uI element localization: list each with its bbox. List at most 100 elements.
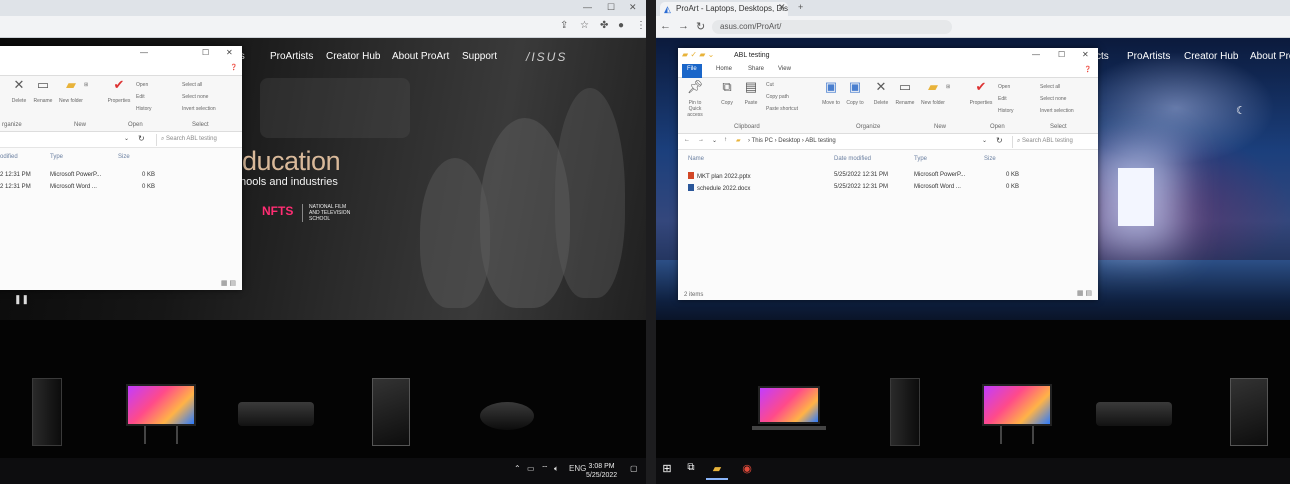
notifications-icon[interactable]: ▢ (630, 464, 638, 473)
url-bar[interactable]: asus.com/ProArt/ (712, 20, 952, 34)
nav-link-about-proart[interactable]: About ProArt (392, 51, 449, 62)
minimize-icon[interactable]: — (140, 48, 148, 57)
new-folder-button[interactable]: ▰ New folder (58, 78, 84, 104)
help-icon[interactable]: ❓ (230, 64, 237, 71)
pause-icon[interactable]: ❚❚ (14, 294, 29, 305)
edit-button[interactable]: Edit (998, 96, 1007, 102)
volume-icon[interactable]: 🔈︎ (554, 464, 559, 474)
nav-link-about-proart[interactable]: About ProArt (1250, 51, 1290, 62)
task-view-icon[interactable]: ⧉ (680, 462, 702, 480)
pin-quick-access-button[interactable]: 📌︎ Pin to Quick access (682, 80, 708, 118)
rename-button[interactable]: ▭ Rename (30, 78, 56, 104)
search-input[interactable]: ⌕ Search ABL testing (1012, 136, 1098, 148)
file-row[interactable]: 2 12:31 PM Microsoft PowerP... 0 KB (0, 170, 242, 182)
select-all-button[interactable]: Select all (1040, 84, 1060, 90)
file-row[interactable]: MKT plan 2022.pptx 5/25/2022 12:31 PM Mi… (678, 170, 1098, 182)
monitor-product[interactable] (982, 384, 1052, 426)
new-item-icon[interactable]: ⊞ (946, 84, 950, 90)
laptop-product[interactable] (758, 386, 820, 424)
column-header-type[interactable]: Type (914, 156, 927, 162)
column-header-type[interactable]: Type (50, 154, 63, 160)
desktop-pc-product[interactable] (32, 378, 62, 446)
minimize-icon[interactable]: — (1032, 50, 1040, 59)
chrome-taskbar-icon[interactable]: ◉ (736, 462, 758, 480)
column-header-size[interactable]: Size (118, 154, 130, 160)
file-row[interactable]: schedule 2022.docx 5/25/2022 12:31 PM Mi… (678, 182, 1098, 194)
edit-button[interactable]: Edit (136, 94, 145, 100)
mouse-product[interactable] (480, 402, 534, 430)
column-header-date-modified[interactable]: Date modified (834, 156, 871, 162)
column-header-date-modified[interactable]: odified (0, 154, 18, 160)
select-none-button[interactable]: Select none (182, 94, 208, 100)
new-tab-icon[interactable]: + (798, 2, 803, 12)
share-icon[interactable]: ⇪ (560, 20, 568, 31)
properties-button[interactable]: ✔ Properties (968, 80, 994, 106)
refresh-icon[interactable]: ↻ (996, 136, 1003, 145)
projector-product[interactable] (1096, 402, 1172, 426)
tab-home[interactable]: Home (716, 66, 732, 72)
browser-tab-proart[interactable]: ◭ ProArt - Laptops, Desktops, Disp... (660, 2, 788, 16)
nav-link-proartists[interactable]: ProArtists (1127, 51, 1170, 62)
tab-share[interactable]: Share (748, 66, 764, 72)
open-button[interactable]: Open (998, 84, 1010, 90)
explorer-address-bar[interactable]: ⌄ ↻ ⌕ Search ABL testing (0, 132, 242, 148)
extensions-icon[interactable]: ✤ (600, 20, 608, 31)
explorer-address-bar[interactable]: ← → ⌄ ↑ ▰ › This PC › Desktop › ABL test… (678, 134, 1098, 150)
cut-button[interactable]: Cut (766, 82, 774, 88)
help-icon[interactable]: ❓ (1084, 66, 1091, 73)
open-button[interactable]: Open (136, 82, 148, 88)
search-input[interactable]: ⌕ Search ABL testing (156, 134, 221, 146)
new-folder-button[interactable]: ▰ New folder (920, 80, 946, 106)
refresh-icon[interactable]: ↻ (138, 134, 145, 143)
delete-button[interactable]: ✕ Delete (6, 78, 32, 104)
recent-dropdown-icon[interactable]: ⌄ (712, 137, 717, 144)
close-icon[interactable]: ✕ (1082, 50, 1089, 59)
windows-start-icon[interactable]: ⊞ (656, 462, 678, 480)
history-button[interactable]: History (998, 108, 1014, 114)
menu-icon[interactable]: ⋮ (636, 20, 646, 31)
motherboard-product[interactable] (372, 378, 410, 446)
maximize-icon[interactable]: ☐ (202, 48, 209, 57)
nav-link-creator-hub[interactable]: Creator Hub (326, 51, 380, 62)
nav-link-creator-hub[interactable]: Creator Hub (1184, 51, 1238, 62)
delete-button[interactable]: ✕ Delete (868, 80, 894, 106)
file-row[interactable]: 2 12:31 PM Microsoft Word ... 0 KB (0, 182, 242, 194)
breadcrumb-desktop[interactable]: Desktop (778, 138, 800, 144)
file-explorer-taskbar-icon[interactable]: ▰ (706, 462, 728, 480)
minimize-icon[interactable]: — (583, 2, 592, 12)
reload-icon[interactable]: ↻ (696, 20, 705, 33)
maximize-icon[interactable]: ☐ (1058, 50, 1065, 59)
back-icon[interactable]: ← (684, 137, 690, 143)
clock[interactable]: 3:08 PM 5/25/2022 (586, 462, 617, 480)
asus-logo[interactable]: /ISUS (526, 50, 567, 64)
history-button[interactable]: History (136, 106, 152, 112)
invert-selection-button[interactable]: Invert selection (1040, 108, 1074, 114)
network-icon[interactable]: ⌔ (541, 464, 549, 474)
tray-chevron-icon[interactable]: ⌃ (514, 464, 521, 473)
paste-shortcut-button[interactable]: Paste shortcut (766, 106, 798, 112)
column-header-name[interactable]: Name (688, 156, 704, 162)
select-none-button[interactable]: Select none (1040, 96, 1066, 102)
view-toggle-icon[interactable]: ▦ ▤ (1077, 289, 1092, 297)
up-icon[interactable]: ↑ (724, 137, 727, 143)
close-tab-icon[interactable]: ✕ (778, 2, 786, 13)
breadcrumb-abl-testing[interactable]: ABL testing (805, 138, 835, 144)
close-icon[interactable]: ✕ (226, 48, 233, 57)
tab-file[interactable]: File (682, 64, 702, 78)
nav-link-support[interactable]: Support (462, 51, 497, 62)
properties-button[interactable]: ✔ Properties (106, 78, 132, 104)
monitor-product[interactable] (126, 384, 196, 426)
nav-link-proartists[interactable]: ProArtists (270, 51, 313, 62)
paste-button[interactable]: ▤ Paste (738, 80, 764, 106)
maximize-icon[interactable]: ☐ (607, 2, 615, 13)
motherboard-product[interactable] (1230, 378, 1268, 446)
new-item-icon[interactable]: ⊞ (84, 82, 88, 88)
bookmark-star-icon[interactable]: ☆ (580, 20, 589, 31)
profile-icon[interactable]: ● (618, 20, 624, 31)
select-all-button[interactable]: Select all (182, 82, 202, 88)
invert-selection-button[interactable]: Invert selection (182, 106, 216, 112)
forward-icon[interactable]: → (678, 20, 689, 32)
copy-to-button[interactable]: ▣ Copy to (842, 80, 868, 106)
tab-view[interactable]: View (778, 66, 791, 72)
language-indicator[interactable]: ENG (569, 464, 586, 473)
